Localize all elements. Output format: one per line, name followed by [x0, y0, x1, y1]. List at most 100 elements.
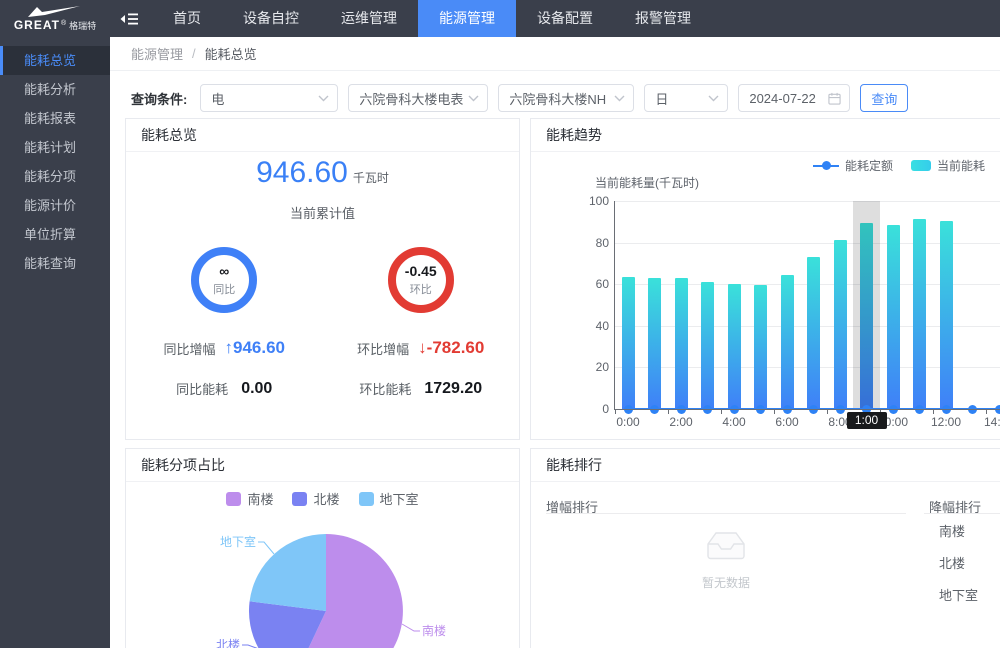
trend-bar[interactable] — [834, 240, 847, 409]
trend-bar[interactable] — [622, 277, 635, 409]
query-select-3[interactable]: 六院骨科大楼NH — [498, 84, 634, 112]
nav-item-2[interactable]: 设备自控 — [222, 0, 320, 37]
breadcrumb-separator: / — [192, 46, 196, 61]
increase-ranking-rule — [546, 513, 906, 514]
chevron-down-icon — [708, 95, 719, 102]
sidebar-item-7[interactable]: 单位折算 — [0, 220, 110, 249]
x-axis-tick — [668, 410, 669, 414]
nav-item-4[interactable]: 能源管理 — [418, 0, 516, 37]
pie-slice-label: 北楼 — [216, 637, 240, 648]
x-axis-tick — [615, 410, 616, 414]
hover-highlight-band — [853, 201, 880, 409]
ring-value: ∞ — [219, 263, 229, 279]
chevron-down-icon — [318, 95, 329, 102]
query-select-1[interactable]: 电 — [200, 84, 338, 112]
sidebar-item-3[interactable]: 能耗报表 — [0, 104, 110, 133]
chevron-down-icon — [614, 95, 625, 102]
total-energy-value: 946.60 — [256, 156, 348, 189]
sidebar-item-5[interactable]: 能耗分项 — [0, 162, 110, 191]
ring-value: -0.45 — [405, 263, 437, 279]
trend-bar[interactable] — [913, 219, 926, 409]
decrease-ranking-item-2[interactable]: 北楼 — [939, 553, 965, 572]
gridline — [614, 201, 1000, 202]
chevron-down-icon — [468, 95, 479, 102]
query-select-value-2: 六院骨科大楼电表 — [359, 89, 463, 108]
x-axis-tick — [986, 410, 987, 414]
y-tick-label: 0 — [571, 402, 609, 416]
trend-bar[interactable] — [940, 221, 953, 409]
growth-label: 同比增幅 — [163, 339, 215, 358]
y-tick-label: 20 — [571, 360, 609, 374]
breadcrumb-item-2[interactable]: 能耗总览 — [205, 44, 257, 63]
trend-bar[interactable] — [701, 282, 714, 409]
search-button[interactable]: 查询 — [860, 84, 908, 112]
panel-rank-title: 能耗排行 — [531, 449, 1000, 482]
decrease-ranking-item-3[interactable]: 地下室 — [939, 585, 978, 604]
brand-logo: GREAT ® 格瑞特 — [0, 0, 110, 37]
panel-energy-ranking: 能耗排行 增幅排行 降幅排行 暂无数据 南楼北楼地下室 — [530, 448, 1000, 648]
sidebar-item-4[interactable]: 能耗计划 — [0, 133, 110, 162]
pie-slice-地下室[interactable] — [250, 534, 326, 611]
total-energy-caption: 当前累计值 — [126, 203, 519, 222]
breadcrumb: 能源管理 / 能耗总览 — [110, 37, 1000, 71]
decrease-ranking-rule — [924, 513, 1000, 514]
trend-bar[interactable] — [887, 225, 900, 409]
x-axis-tick — [827, 410, 828, 414]
energy-label: 同比能耗 — [176, 379, 228, 398]
query-select-value-4: 日 — [655, 89, 668, 108]
growth-value: ↑946.60 — [225, 338, 286, 358]
x-tick-label: 4:00 — [713, 415, 755, 429]
growth-label: 环比增幅 — [357, 339, 409, 358]
top-navbar: GREAT ® 格瑞特 首页设备自控运维管理能源管理设备配置报警管理 — [0, 0, 1000, 37]
sidebar-item-8[interactable]: 能耗查询 — [0, 249, 110, 278]
sidebar-item-6[interactable]: 能源计价 — [0, 191, 110, 220]
trend-bar[interactable] — [675, 278, 688, 409]
collapse-sidebar-icon[interactable] — [120, 11, 139, 27]
growth-line: 同比增幅 ↑946.60 — [163, 338, 285, 358]
energy-label: 环比能耗 — [359, 379, 411, 398]
nav-item-3[interactable]: 运维管理 — [320, 0, 418, 37]
total-energy-unit: 千瓦时 — [353, 171, 389, 185]
pie-label-line — [258, 542, 274, 554]
calendar-icon — [828, 92, 841, 105]
query-select-value-1: 电 — [211, 89, 224, 108]
empty-state-text: 暂无数据 — [686, 574, 766, 591]
energy-line: 同比能耗 0.00 — [176, 379, 272, 398]
comparison-ring-2: -0.45 环比 — [388, 247, 454, 313]
pie-label-line — [402, 624, 420, 631]
y-tick-label: 60 — [571, 277, 609, 291]
breadcrumb-item-1[interactable]: 能源管理 — [131, 44, 183, 63]
date-value: 2024-07-22 — [749, 91, 816, 106]
trend-bar[interactable] — [728, 284, 741, 409]
nav-item-1[interactable]: 首页 — [152, 0, 222, 37]
x-tick-label: 14:00 — [978, 415, 1000, 429]
y-tick-label: 100 — [571, 194, 609, 208]
energy-value: 1729.20 — [424, 380, 482, 398]
energy-value: 0.00 — [241, 380, 272, 398]
decrease-ranking-item-1[interactable]: 南楼 — [939, 521, 965, 540]
brand-name: GREAT — [14, 18, 60, 32]
panel-energy-trend: 能耗趋势 能耗定额 当前能耗 当前能耗量(千瓦时) 0204060801000:… — [530, 118, 1000, 440]
x-axis-tick — [933, 410, 934, 414]
query-select-4[interactable]: 日 — [644, 84, 728, 112]
x-axis-tick — [774, 410, 775, 414]
sidebar-item-1[interactable]: 能耗总览 — [0, 46, 110, 75]
query-select-2[interactable]: 六院骨科大楼电表 — [348, 84, 488, 112]
x-axis-tick — [721, 410, 722, 414]
nav-item-6[interactable]: 报警管理 — [614, 0, 712, 37]
sidebar-item-2[interactable]: 能耗分析 — [0, 75, 110, 104]
trend-bar[interactable] — [648, 278, 661, 409]
trend-bar[interactable] — [781, 275, 794, 409]
ring-label: 环比 — [410, 281, 432, 297]
sidebar: 能耗总览能耗分析能耗报表能耗计划能耗分项能源计价单位折算能耗查询 — [0, 37, 110, 648]
trend-bar[interactable] — [807, 257, 820, 409]
overview-card-2: -0.45环比环比增幅↓-782.60环比能耗1729.20 — [323, 247, 520, 398]
energy-line: 环比能耗 1729.20 — [359, 379, 482, 398]
date-picker[interactable]: 2024-07-22 — [738, 84, 850, 112]
main-nav: 首页设备自控运维管理能源管理设备配置报警管理 — [152, 0, 712, 37]
logo-swoosh-icon — [26, 5, 84, 18]
brand-registered-mark: ® — [61, 20, 66, 27]
trend-bar[interactable] — [754, 285, 767, 409]
nav-item-5[interactable]: 设备配置 — [516, 0, 614, 37]
panel-energy-breakdown: 能耗分项占比 南楼北楼地下室 南楼北楼地下室 — [125, 448, 520, 648]
